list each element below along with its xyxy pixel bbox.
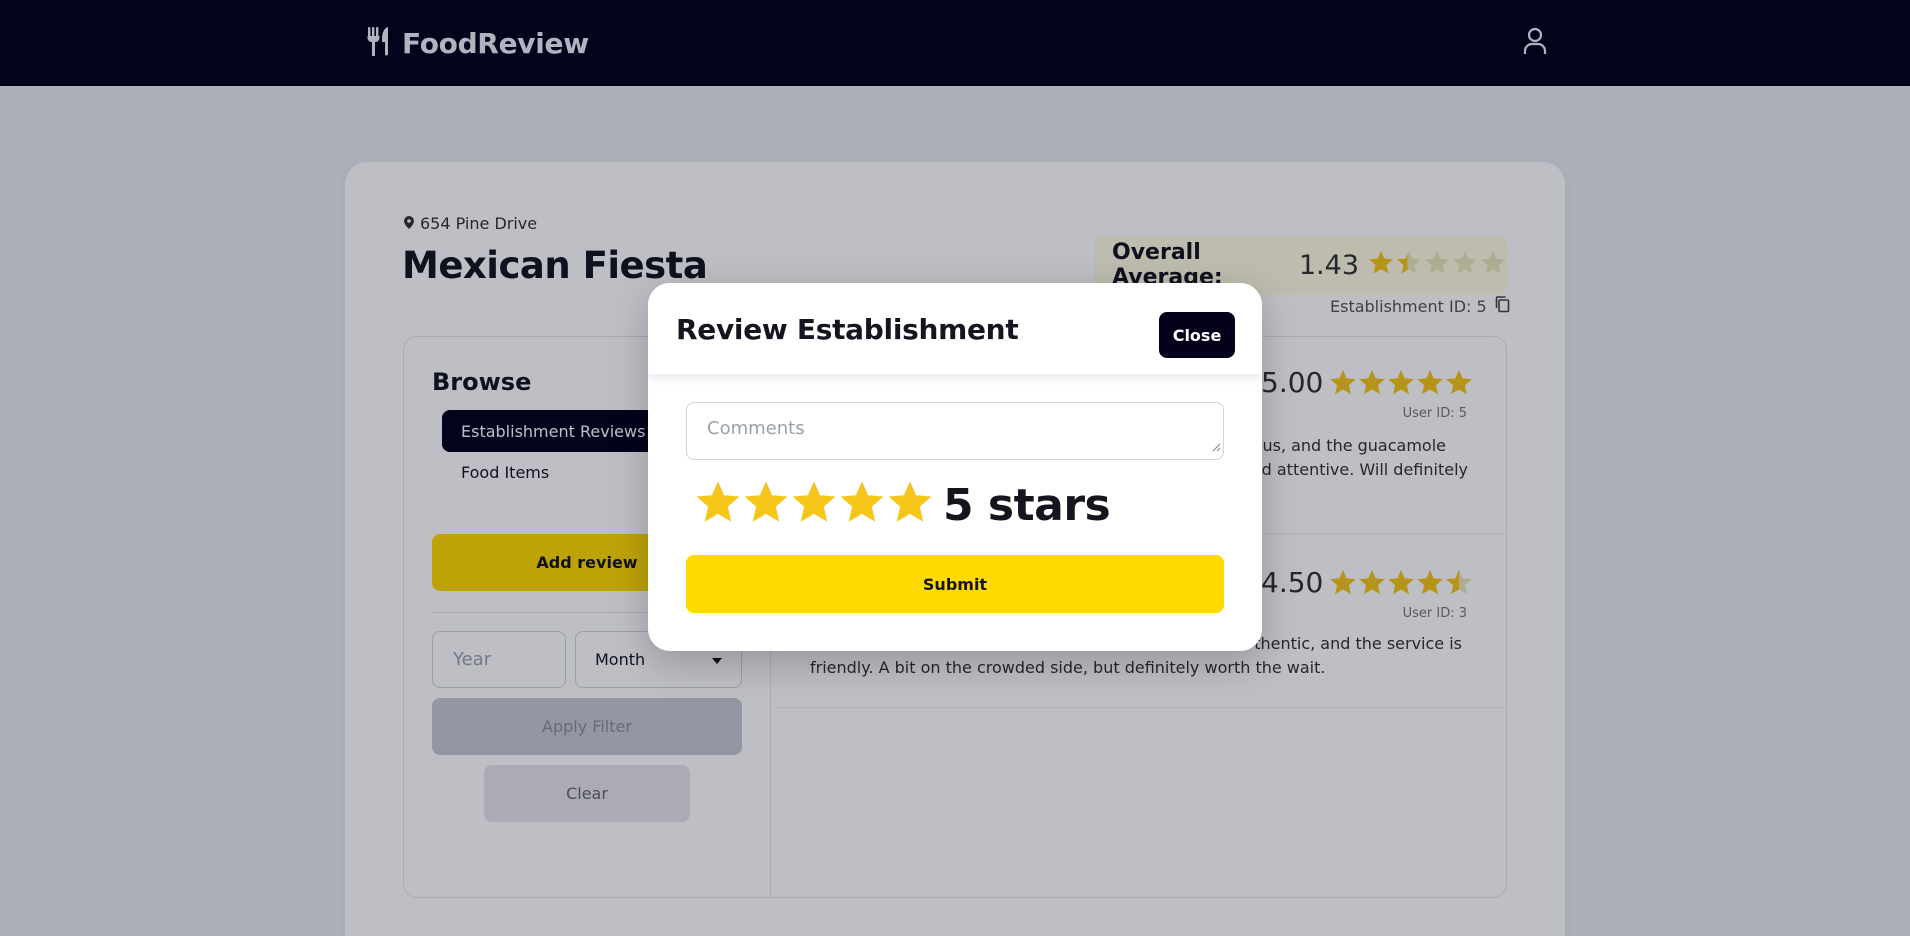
rating-label: 5 stars — [943, 479, 1111, 531]
submit-button[interactable]: Submit — [686, 555, 1224, 613]
rating-stars — [693, 478, 933, 532]
star-icon[interactable] — [741, 478, 791, 532]
review-modal: Review Establishment Close Comments 5 st… — [648, 283, 1262, 651]
star-icon[interactable] — [693, 478, 743, 532]
star-icon[interactable] — [789, 478, 839, 532]
resize-handle-icon[interactable] — [1211, 436, 1221, 457]
modal-header: Review Establishment Close — [648, 283, 1262, 374]
star-icon[interactable] — [837, 478, 887, 532]
comments-placeholder: Comments — [707, 418, 805, 439]
star-icon[interactable] — [885, 478, 935, 532]
star-rating-input: 5 stars — [693, 478, 1111, 532]
comments-textarea[interactable]: Comments — [686, 402, 1224, 460]
close-button[interactable]: Close — [1159, 312, 1235, 358]
modal-title: Review Establishment — [676, 313, 1019, 346]
